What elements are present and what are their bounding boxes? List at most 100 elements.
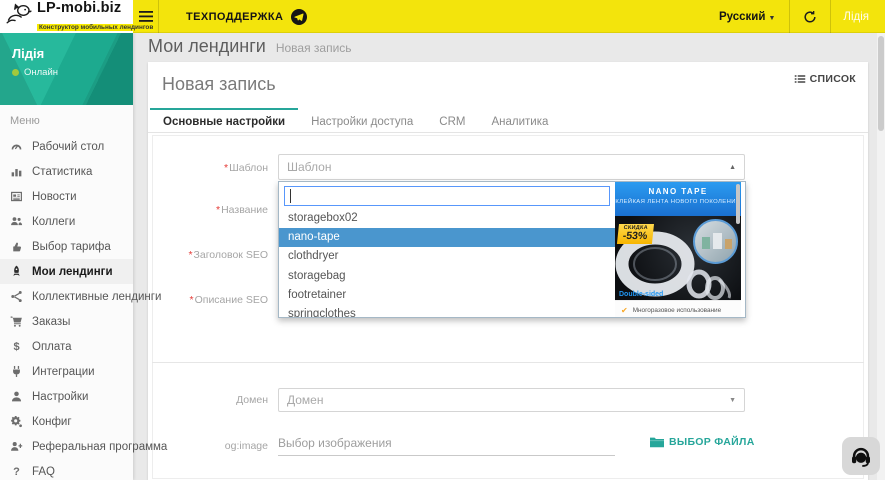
online-status-dot xyxy=(12,69,19,76)
sidebar-item-label: Мои лендинги xyxy=(32,266,113,278)
discount-badge: СКИДКА -53% xyxy=(617,224,654,244)
og-image-field-label: og:image xyxy=(158,440,268,452)
dropdown-option[interactable]: springclothes xyxy=(279,305,615,318)
telegram-icon xyxy=(291,9,307,25)
page-title: Мои лендинги xyxy=(148,36,266,57)
users-icon xyxy=(10,215,23,228)
sidebar-item[interactable]: Настройки xyxy=(0,384,133,409)
sidebar-item-label: Рабочий стол xyxy=(32,141,104,153)
preview-header: NANO TAPE КЛЕЙКАЯ ЛЕНТА НОВОГО ПОКОЛЕНИЯ xyxy=(615,182,741,216)
sidebar-item-label: Коллективные лендинги xyxy=(32,291,161,303)
news-icon xyxy=(10,190,23,203)
sidebar-item[interactable]: Коллективные лендинги xyxy=(0,284,133,309)
dropdown-option[interactable]: storagebag xyxy=(279,267,615,286)
page-subtitle: Новая запись xyxy=(276,41,352,55)
support-label: ТЕХПОДДЕРЖКА xyxy=(186,11,283,23)
tab-crm[interactable]: CRM xyxy=(426,108,478,133)
sidebar-item[interactable]: Конфиг xyxy=(0,409,133,434)
chevron-down-icon: ▼ xyxy=(729,397,736,404)
language-selector[interactable]: Русский▼ xyxy=(705,11,789,23)
sidebar-item-label: Новости xyxy=(32,191,77,203)
tab-настройки-доступа[interactable]: Настройки доступа xyxy=(298,108,426,133)
form-divider xyxy=(152,362,864,363)
dog-logo-icon xyxy=(5,2,33,31)
profile-name: Лідія xyxy=(12,46,121,61)
logo[interactable]: LP-mobi.biz Конструктор мобильных лендин… xyxy=(0,0,133,33)
dropdown-option[interactable]: clothdryer xyxy=(279,247,615,266)
og-image-input[interactable] xyxy=(278,430,615,456)
domain-field-label: Домен xyxy=(158,394,268,406)
sidebar-item[interactable]: Мои лендинги xyxy=(0,259,133,284)
online-status-label: Онлайн xyxy=(24,67,58,78)
tab-аналитика[interactable]: Аналитика xyxy=(478,108,561,133)
hand-icon xyxy=(10,240,23,253)
support-button[interactable]: ТЕХПОДДЕРЖКА xyxy=(186,0,307,33)
plug-icon xyxy=(10,365,23,378)
dollar-icon: $ xyxy=(10,340,23,353)
topbar: LP-mobi.biz Конструктор мобильных лендин… xyxy=(0,0,885,33)
preview-product-image: СКИДКА -53% Double-sided xyxy=(615,216,741,300)
choose-file-button[interactable]: ВЫБОР ФАЙЛА xyxy=(650,436,755,448)
tab-bar: Основные настройкиНастройки доступаCRMАн… xyxy=(148,108,868,133)
preview-scrollbar[interactable] xyxy=(736,184,740,224)
dropdown-option[interactable]: footretainer xyxy=(279,286,615,305)
breadcrumb: Мои лендинги Новая запись xyxy=(148,36,352,60)
domain-select[interactable]: Домен ▼ xyxy=(278,388,745,412)
preview-title: NANO TAPE xyxy=(615,187,741,196)
profile-panel: Лідія Онлайн xyxy=(0,33,133,105)
sidebar-item[interactable]: Статистика xyxy=(0,159,133,184)
preview-feature-row: ✔ Многоразовое использование xyxy=(615,300,741,318)
sidebar-item[interactable]: Интеграции xyxy=(0,359,133,384)
template-field-label: *Шаблон xyxy=(158,162,268,174)
topbar-username[interactable]: Лідія xyxy=(831,11,879,23)
sidebar-item[interactable]: Новости xyxy=(0,184,133,209)
headset-icon xyxy=(849,444,873,468)
cart-icon xyxy=(10,315,23,328)
support-chat-widget[interactable] xyxy=(842,437,880,475)
template-select[interactable]: Шаблон ▲ xyxy=(278,154,745,180)
question-icon: ? xyxy=(10,465,23,478)
template-option-list: storagebox02nano-tapeclothdryerstorageba… xyxy=(279,209,615,318)
name-field-label: *Название xyxy=(158,204,268,216)
dropdown-option[interactable]: nano-tape xyxy=(279,228,615,247)
sidebar-item-label: Интеграции xyxy=(32,366,95,378)
sidebar-item[interactable]: Реферальная программа xyxy=(0,434,133,459)
dashboard-icon xyxy=(10,140,23,153)
sidebar: Лідія Онлайн Меню Рабочий столСтатистика… xyxy=(0,33,133,480)
sidebar-item-label: Настройки xyxy=(32,391,88,403)
share-icon xyxy=(10,290,23,303)
template-dropdown: storagebox02nano-tapeclothdryerstorageba… xyxy=(278,181,746,318)
referral-icon xyxy=(10,440,23,453)
sidebar-item[interactable]: $Оплата xyxy=(0,334,133,359)
template-preview: NANO TAPE КЛЕЙКАЯ ЛЕНТА НОВОГО ПОКОЛЕНИЯ xyxy=(615,182,741,318)
sidebar-item-label: FAQ xyxy=(32,466,55,478)
sidebar-item[interactable]: Коллеги xyxy=(0,209,133,234)
hamburger-icon[interactable] xyxy=(133,0,159,33)
sidebar-item-label: Заказы xyxy=(32,316,70,328)
list-icon xyxy=(794,73,806,85)
page-scrollbar[interactable] xyxy=(877,33,885,480)
sidebar-item-label: Конфиг xyxy=(32,416,72,428)
seo-title-field-label: *Заголовок SEO xyxy=(158,249,268,261)
refresh-icon[interactable] xyxy=(790,10,830,24)
sidebar-item[interactable]: Заказы xyxy=(0,309,133,334)
user-icon xyxy=(10,390,23,403)
template-search-input[interactable] xyxy=(284,186,610,206)
dropdown-option[interactable]: storagebox02 xyxy=(279,209,615,228)
rocket-icon xyxy=(10,265,23,278)
stats-icon xyxy=(10,165,23,178)
sidebar-item[interactable]: Выбор тарифа xyxy=(0,234,133,259)
sidebar-item[interactable]: ? FAQ xyxy=(0,459,133,480)
card-heading: Новая запись xyxy=(162,74,276,95)
tab-основные-настройки[interactable]: Основные настройки xyxy=(150,108,298,133)
scrollbar-thumb[interactable] xyxy=(878,36,884,131)
preview-subtitle: КЛЕЙКАЯ ЛЕНТА НОВОГО ПОКОЛЕНИЯ xyxy=(615,199,741,205)
list-button[interactable]: СПИСОК xyxy=(794,73,856,85)
folder-icon xyxy=(650,436,664,448)
sidebar-item-label: Коллеги xyxy=(32,216,75,228)
sidebar-item[interactable]: Рабочий стол xyxy=(0,134,133,159)
check-icon: ✔ xyxy=(621,306,628,315)
preview-caption: Double-sided xyxy=(619,291,663,298)
chevron-down-icon: ▼ xyxy=(768,15,775,22)
sidebar-item-label: Реферальная программа xyxy=(32,441,167,453)
